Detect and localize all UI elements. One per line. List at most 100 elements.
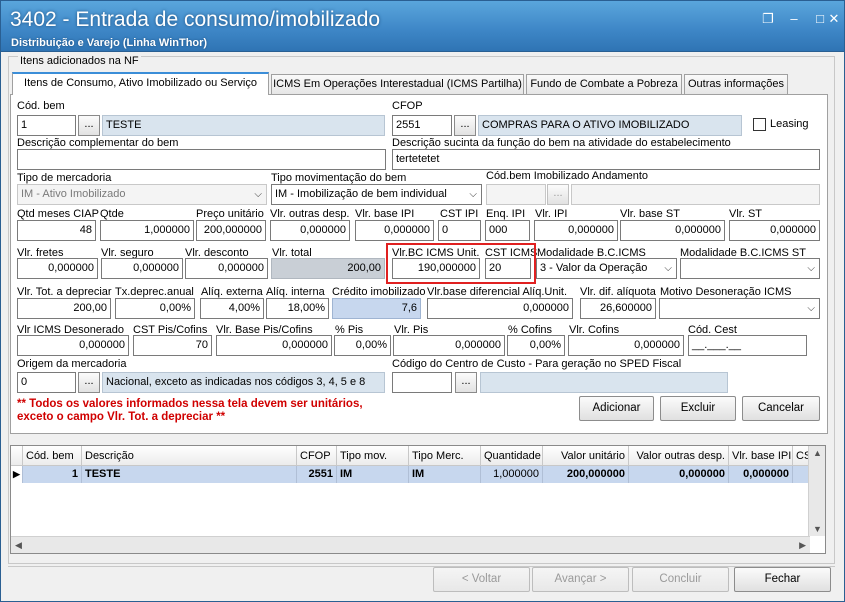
restore-icon[interactable]: ❐ bbox=[758, 11, 778, 27]
vlr-icms-deson-input[interactable]: 0,000000 bbox=[17, 335, 129, 356]
tx-deprec-input[interactable]: 0,00% bbox=[115, 298, 195, 319]
minimize-icon[interactable]: – bbox=[784, 11, 804, 27]
tab-itens-consumo[interactable]: Itens de Consumo, Ativo Imobilizado ou S… bbox=[12, 72, 269, 95]
credito-imob-label: Crédito imobilizado bbox=[332, 286, 426, 298]
cancelar-button[interactable]: Cancelar bbox=[742, 396, 820, 421]
cst-pis-input[interactable]: 70 bbox=[133, 335, 212, 356]
grid-corner-icon bbox=[11, 446, 23, 466]
avancar-button[interactable]: Avançar > bbox=[532, 567, 629, 592]
grid-header-valor-unitario[interactable]: Valor unitário bbox=[543, 446, 629, 466]
enq-ipi-input[interactable]: 000 bbox=[485, 220, 530, 241]
grid-header-valor-outras-desp[interactable]: Valor outras desp. bbox=[629, 446, 729, 466]
aliq-interna-input[interactable]: 18,00% bbox=[266, 298, 329, 319]
scroll-right-icon[interactable]: ▶ bbox=[799, 540, 806, 551]
cst-ipi-input[interactable]: 0 bbox=[438, 220, 481, 241]
centro-custo-description bbox=[480, 372, 728, 393]
vlr-cofins-input[interactable]: 0,000000 bbox=[568, 335, 684, 356]
grid-header-vlr-base-ipi[interactable]: Vlr. base IPI bbox=[729, 446, 793, 466]
vlr-base-ipi-input[interactable]: 0,000000 bbox=[355, 220, 434, 241]
tab-outras-info[interactable]: Outras informações bbox=[684, 74, 788, 94]
vlr-base-pis-input[interactable]: 0,000000 bbox=[216, 335, 332, 356]
modalidade-bc-select[interactable]: 3 - Valor da Operação ⌵ bbox=[536, 258, 677, 279]
vlr-base-st-label: Vlr. base ST bbox=[620, 208, 680, 220]
chevron-down-icon: ⌵ bbox=[807, 263, 815, 274]
vlr-outras-desp-input[interactable]: 0,000000 bbox=[270, 220, 350, 241]
fechar-button[interactable]: Fechar bbox=[734, 567, 831, 592]
chevron-down-icon: ⌵ bbox=[664, 263, 672, 274]
scroll-left-icon[interactable]: ◀ bbox=[15, 540, 22, 551]
excluir-button[interactable]: Excluir bbox=[660, 396, 736, 421]
vlr-desconto-input[interactable]: 0,000000 bbox=[185, 258, 268, 279]
scroll-down-icon[interactable]: ▼ bbox=[813, 524, 822, 534]
aliq-externa-input[interactable]: 4,00% bbox=[200, 298, 264, 319]
cod-bem-andamento-lookup-button[interactable]: ... bbox=[547, 184, 569, 205]
tab-fundo-pobreza[interactable]: Fundo de Combate a Pobreza bbox=[526, 74, 682, 94]
modalidade-bc-value: 3 - Valor da Operação bbox=[540, 262, 648, 274]
grid-cell-valor-outras-desp: 0,000000 bbox=[629, 466, 729, 483]
vlr-base-ipi-label: Vlr. base IPI bbox=[355, 208, 415, 220]
preco-unitario-input[interactable]: 200,000000 bbox=[196, 220, 266, 241]
grid-header-descricao[interactable]: Descrição bbox=[82, 446, 297, 466]
vlr-fretes-input[interactable]: 0,000000 bbox=[17, 258, 98, 279]
vlr-base-dif-label: Vlr.base diferencial Alíq.Unit. bbox=[427, 286, 568, 298]
adicionar-button[interactable]: Adicionar bbox=[579, 396, 654, 421]
desc-sucinta-input[interactable]: tertetetet bbox=[392, 149, 820, 170]
centro-custo-input[interactable] bbox=[392, 372, 452, 393]
cfop-lookup-button[interactable]: ... bbox=[454, 115, 476, 136]
voltar-button[interactable]: < Voltar bbox=[433, 567, 530, 592]
scroll-up-icon[interactable]: ▲ bbox=[813, 448, 822, 458]
qtde-label: Qtde bbox=[100, 208, 124, 220]
grid-cell-valor-unitario: 200,000000 bbox=[543, 466, 629, 483]
tx-deprec-label: Tx.deprec.anual bbox=[115, 286, 194, 298]
grid-horizontal-scrollbar[interactable]: ◀ ▶ bbox=[11, 536, 810, 553]
tipo-mercadoria-select[interactable]: IM - Ativo Imobilizado ⌵ bbox=[17, 184, 267, 205]
concluir-button[interactable]: Concluir bbox=[632, 567, 729, 592]
vlr-dif-aliquota-input[interactable]: 26,600000 bbox=[580, 298, 656, 319]
group-label: Itens adicionados na NF bbox=[18, 55, 141, 67]
window-subtitle: Distribuição e Varejo (Linha WinThor) bbox=[11, 37, 208, 49]
cod-cest-input[interactable]: __.___.__ bbox=[688, 335, 807, 356]
grid-header-cod-bem[interactable]: Cód. bem bbox=[23, 446, 82, 466]
desc-complementar-input[interactable] bbox=[17, 149, 386, 170]
origem-input[interactable]: 0 bbox=[17, 372, 76, 393]
grid-header-quantidade[interactable]: Quantidade bbox=[481, 446, 543, 466]
vlr-base-dif-input[interactable]: 0,000000 bbox=[427, 298, 573, 319]
grid-cell-descricao: TESTE bbox=[82, 466, 297, 483]
centro-custo-lookup-button[interactable]: ... bbox=[455, 372, 477, 393]
vlr-base-st-input[interactable]: 0,000000 bbox=[620, 220, 725, 241]
vlr-pis-input[interactable]: 0,000000 bbox=[393, 335, 505, 356]
motivo-deson-select[interactable]: ⌵ bbox=[659, 298, 820, 319]
grid-header-tipo-mov[interactable]: Tipo mov. bbox=[337, 446, 409, 466]
cod-bem-andamento-input[interactable] bbox=[486, 184, 546, 205]
cod-bem-lookup-button[interactable]: ... bbox=[78, 115, 100, 136]
qtde-input[interactable]: 1,000000 bbox=[100, 220, 194, 241]
tipo-mercadoria-label: Tipo de mercadoria bbox=[17, 172, 112, 184]
qtd-meses-ciap-label: Qtd meses CIAP bbox=[17, 208, 99, 220]
modalidade-bc-st-select[interactable]: ⌵ bbox=[680, 258, 820, 279]
grid-header-cfop[interactable]: CFOP bbox=[297, 446, 337, 466]
cod-bem-input[interactable]: 1 bbox=[17, 115, 76, 136]
tipo-mov-select[interactable]: IM - Imobilização de bem individual ⌵ bbox=[271, 184, 482, 205]
cod-bem-andamento-description bbox=[571, 184, 820, 205]
perc-cofins-input[interactable]: 0,00% bbox=[507, 335, 565, 356]
qtd-meses-ciap-input[interactable]: 48 bbox=[17, 220, 96, 241]
origem-label: Origem da mercadoria bbox=[17, 358, 127, 370]
vlr-st-input[interactable]: 0,000000 bbox=[729, 220, 820, 241]
cod-bem-description: TESTE bbox=[102, 115, 385, 136]
chevron-down-icon: ⌵ bbox=[807, 303, 815, 314]
leasing-checkbox[interactable] bbox=[753, 118, 766, 131]
vlr-ipi-input[interactable]: 0,000000 bbox=[534, 220, 618, 241]
tab-icms-partilha[interactable]: ICMS Em Operações Interestadual (ICMS Pa… bbox=[271, 74, 524, 94]
origem-lookup-button[interactable]: ... bbox=[78, 372, 100, 393]
grid-cell-cod-bem: 1 bbox=[23, 466, 82, 483]
grid-vertical-scrollbar[interactable]: ▲ ▼ bbox=[808, 446, 825, 536]
vlr-seguro-input[interactable]: 0,000000 bbox=[101, 258, 183, 279]
cfop-input[interactable]: 2551 bbox=[392, 115, 452, 136]
vlr-tot-depreciar-input[interactable]: 200,00 bbox=[17, 298, 111, 319]
close-icon[interactable]: ✕ bbox=[824, 11, 844, 27]
grid-header-tipo-merc[interactable]: Tipo Merc. bbox=[409, 446, 481, 466]
enq-ipi-label: Enq. IPI bbox=[486, 208, 526, 220]
chevron-down-icon: ⌵ bbox=[254, 189, 262, 200]
perc-pis-input[interactable]: 0,00% bbox=[334, 335, 391, 356]
centro-custo-label: Código do Centro de Custo - Para geração… bbox=[392, 358, 682, 370]
